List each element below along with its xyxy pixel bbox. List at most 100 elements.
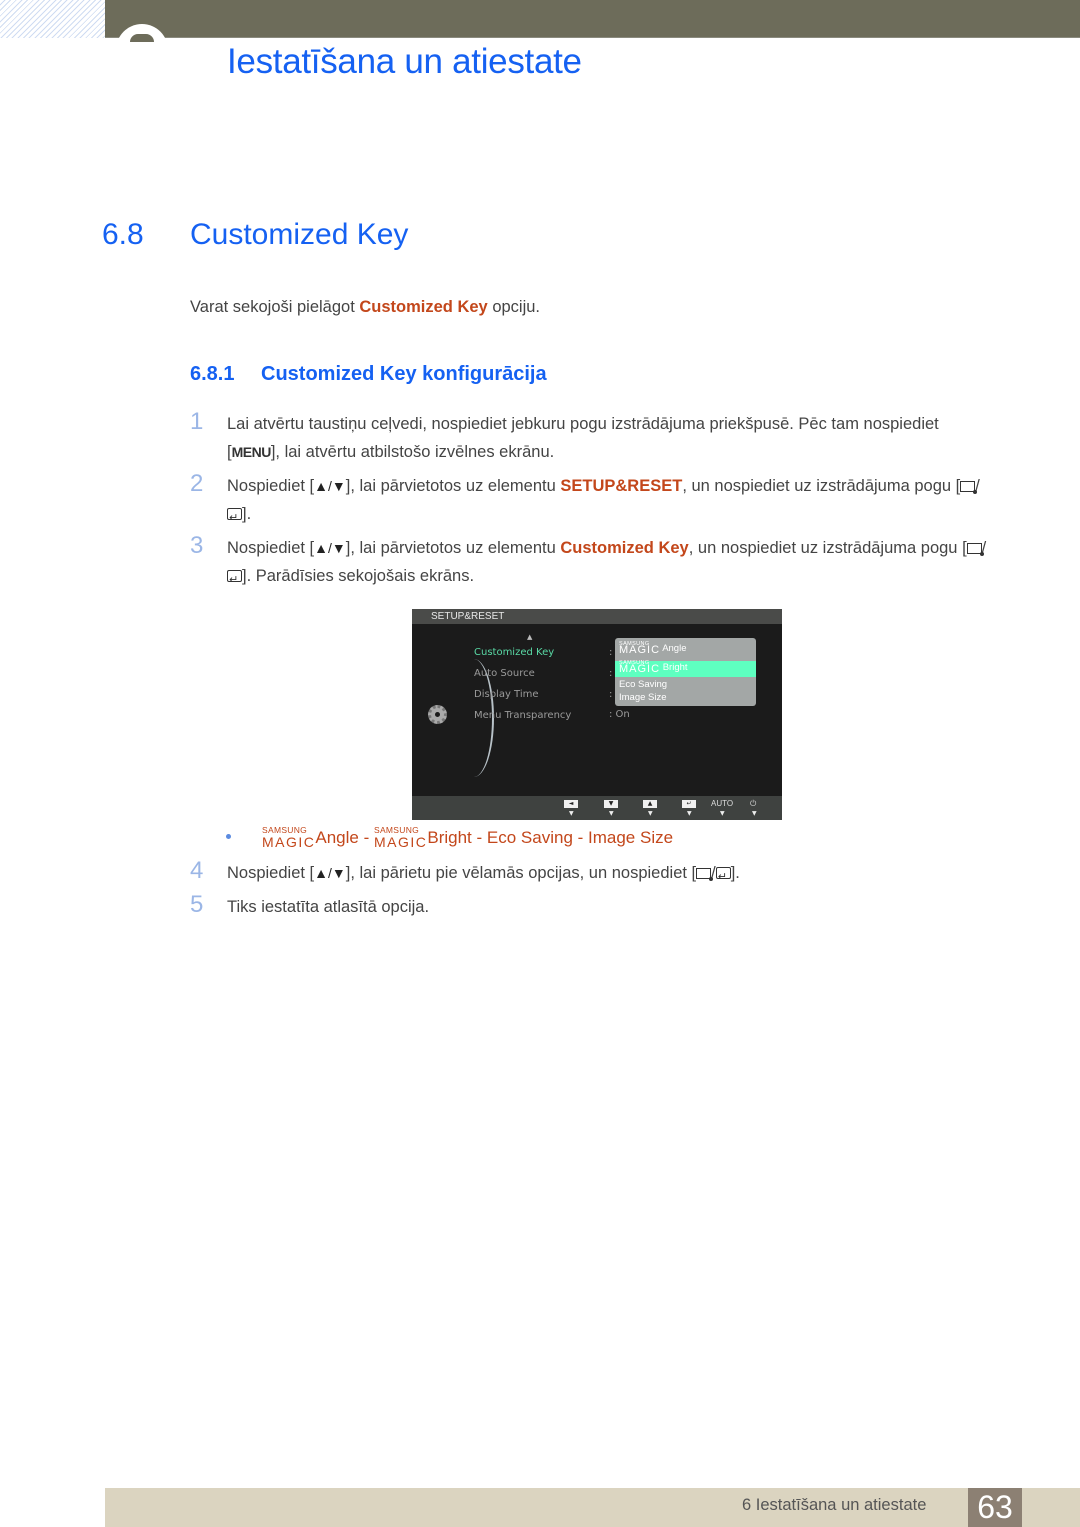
step-text: Lai atvērtu taustiņu ceļvedi, nospiediet… <box>227 410 990 466</box>
section-title: Customized Key <box>190 218 409 251</box>
step-text-part: ], lai pārvietotos uz elementu <box>345 539 561 557</box>
step-text-part: ]. <box>242 505 252 523</box>
step-3: 3 Nospiediet [▲/▼], lai pārvietotos uz e… <box>190 532 990 594</box>
step-text-part: ], lai pārvietotos uz elementu <box>345 477 561 495</box>
subsection-title: Customized Key konfigurācija <box>261 363 547 385</box>
up-down-arrows-icon: ▲/▼ <box>314 540 346 556</box>
step-text: Nospiediet [▲/▼], lai pārietu pie vēlamā… <box>227 859 990 891</box>
option-bright: Bright <box>427 828 472 847</box>
option-label: Angle <box>662 643 687 654</box>
source-button-icon <box>966 543 984 556</box>
chapter-circle-icon <box>116 24 168 76</box>
samsung-label: SAMSUNG <box>619 641 650 647</box>
chapter-title: Iestatīšana un atiestate <box>227 42 582 81</box>
osd-power-button-icon[interactable]: ⏻ <box>750 799 756 809</box>
step-text-part: Nospiediet [ <box>227 477 315 495</box>
magic-logo: SAMSUNG MAGIC <box>373 825 428 850</box>
menu-key-label: MENU <box>231 444 272 460</box>
magic-logo: SAMSUNG MAGIC <box>619 641 660 656</box>
osd-screenshot: SETUP&RESET ▲ Customized Key : Auto Sour… <box>412 609 782 820</box>
osd-item-display-time[interactable]: Display Time <box>474 689 539 700</box>
osd-down-button-icon[interactable]: ▼ <box>604 800 618 808</box>
step-text-part: ], lai pārietu pie vēlamās opcijas, un n… <box>345 864 697 882</box>
separator: - <box>572 828 589 847</box>
osd-colon: : <box>609 689 613 700</box>
osd-item-menu-transparency[interactable]: Menu Transparency <box>474 710 571 721</box>
down-marker-icon: ▼ <box>609 810 614 817</box>
magic-logo: SAMSUNG MAGIC <box>262 825 315 850</box>
step-text-part: ], lai atvērtu atbilstošo izvēlnes ekrān… <box>270 443 555 461</box>
down-marker-icon: ▼ <box>752 810 757 817</box>
osd-option-image-size[interactable]: Image Size <box>615 691 756 705</box>
samsung-label: SAMSUNG <box>619 660 650 666</box>
osd-colon: : <box>609 647 613 658</box>
enter-button-icon <box>227 504 242 532</box>
osd-button-bar: ◄ ▼ ▼ ▼ ▲ ▼ ↵ ▼ AUTO ▼ ⏻ ▼ <box>412 796 782 820</box>
separator: - <box>471 828 487 847</box>
option-image-size: Image Size <box>588 828 674 847</box>
step-text: Nospiediet [▲/▼], lai pārvietotos uz ele… <box>227 472 990 532</box>
up-down-arrows-icon: ▲/▼ <box>314 865 346 881</box>
osd-colon: : <box>609 668 613 679</box>
osd-dropdown: SAMSUNG MAGIC Angle SAMSUNG MAGIC Bright E… <box>615 638 756 706</box>
options-list: SAMSUNG MAGICAngle - SAMSUNG MAGICBright -… <box>262 825 674 850</box>
source-button-icon <box>696 868 714 881</box>
osd-auto-button[interactable]: AUTO <box>711 799 733 808</box>
header-bar <box>105 0 1080 38</box>
osd-value-on: : On <box>609 709 630 720</box>
down-marker-icon: ▼ <box>648 810 653 817</box>
step-2: 2 Nospiediet [▲/▼], lai pārvietotos uz e… <box>190 470 990 532</box>
step-number: 1 <box>190 408 204 435</box>
step-text-part: ]. <box>730 864 740 882</box>
magic-logo: SAMSUNG MAGIC <box>619 660 660 675</box>
footer-bar <box>105 1488 1080 1527</box>
step-text: Tiks iestatīta atlasītā opcija. <box>227 898 430 916</box>
osd-enter-button-icon[interactable]: ↵ <box>682 800 696 808</box>
samsung-label: SAMSUNG <box>373 825 420 835</box>
down-marker-icon: ▼ <box>720 810 725 817</box>
section-number: 6.8 <box>102 218 144 251</box>
header-hatch-pattern <box>0 0 105 38</box>
step-text-part: Nospiediet [ <box>227 864 315 882</box>
step-text: Nospiediet [▲/▼], lai pārvietotos uz ele… <box>227 534 990 594</box>
osd-item-auto-source[interactable]: Auto Source <box>474 668 535 679</box>
osd-title: SETUP&RESET <box>412 609 782 624</box>
step-text-part: , un nospiediet uz izstrādājuma pogu [ <box>688 539 967 557</box>
samsung-label: SAMSUNG <box>262 825 308 835</box>
step-number: 5 <box>190 891 204 918</box>
step-5: 5 Tiks iestatīta atlasītā opcija. <box>190 891 990 921</box>
enter-button-icon <box>715 863 731 891</box>
step-4: 4 Nospiediet [▲/▼], lai pārietu pie vēla… <box>190 857 990 891</box>
subsection-number: 6.8.1 <box>190 363 235 385</box>
setup-reset-highlight: SETUP&RESET <box>560 477 683 495</box>
step-1: 1 Lai atvērtu taustiņu ceļvedi, nospiedi… <box>190 408 990 466</box>
down-marker-icon: ▼ <box>687 810 692 817</box>
intro-highlight: Customized Key <box>359 298 488 316</box>
osd-option-eco-saving[interactable]: Eco Saving <box>615 678 756 692</box>
option-label: Bright <box>662 662 688 673</box>
separator: - <box>358 828 374 847</box>
step-text-part: , un nospiediet uz izstrādājuma pogu [ <box>682 477 961 495</box>
down-marker-icon: ▼ <box>569 810 574 817</box>
osd-option-magic-bright[interactable]: SAMSUNG MAGIC Bright <box>615 660 756 677</box>
option-eco-saving: Eco Saving <box>486 828 573 847</box>
osd-scroll-up-icon: ▲ <box>527 633 533 641</box>
source-button-icon <box>960 481 978 494</box>
step-number: 4 <box>190 857 204 884</box>
intro-text-end: opciju. <box>487 298 541 316</box>
step-text-part: Nospiediet [ <box>227 539 315 557</box>
footer-chapter-label: 6 Iestatīšana un atiestate <box>742 1496 927 1514</box>
osd-item-customized-key[interactable]: Customized Key <box>474 647 554 658</box>
step-number: 2 <box>190 470 204 497</box>
up-down-arrows-icon: ▲/▼ <box>314 478 346 494</box>
step-number: 3 <box>190 532 204 559</box>
enter-button-icon <box>227 566 242 594</box>
magic-label: MAGIC <box>373 834 428 850</box>
osd-left-button-icon[interactable]: ◄ <box>564 800 578 808</box>
osd-up-button-icon[interactable]: ▲ <box>643 800 657 808</box>
bullet-icon <box>226 834 231 839</box>
page-number: 63 <box>968 1488 1022 1527</box>
osd-option-magic-angle[interactable]: SAMSUNG MAGIC Angle <box>615 641 756 656</box>
section-intro: Varat sekojoši pielāgot Customized Key o… <box>190 298 540 317</box>
step-text-part: ]. Parādīsies sekojošais ekrāns. <box>242 567 475 585</box>
